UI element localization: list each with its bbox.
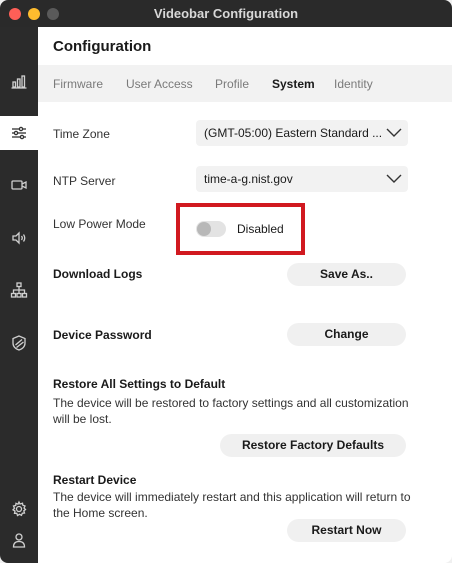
sidebar-item-dashboard[interactable] (0, 64, 38, 98)
app-window: Videobar Configuration Configuration Fir… (0, 0, 452, 563)
highlight-annotation (176, 203, 305, 255)
change-password-button[interactable]: Change (287, 323, 406, 346)
ntp-server-label: NTP Server (53, 174, 116, 188)
restore-defaults-description: The device will be restored to factory s… (53, 396, 409, 426)
sidebar-item-security[interactable] (0, 326, 38, 360)
restore-defaults-title: Restore All Settings to Default (53, 377, 226, 391)
ntp-server-select[interactable]: time-a-g.nist.gov (196, 166, 408, 192)
restart-device-title: Restart Device (53, 473, 137, 487)
tab-system[interactable]: System (272, 77, 315, 91)
main-content: Configuration Firmware User Access Profi… (38, 27, 452, 563)
tab-profile[interactable]: Profile (215, 77, 249, 91)
speaker-icon (12, 231, 26, 245)
sliders-icon (12, 126, 26, 140)
title-bar: Videobar Configuration (0, 0, 452, 27)
bar-chart-icon (11, 75, 27, 89)
window-title: Videobar Configuration (153, 6, 299, 21)
time-zone-select[interactable]: (GMT-05:00) Eastern Standard ... (196, 120, 408, 146)
restart-now-button[interactable]: Restart Now (287, 519, 406, 542)
sidebar-item-network[interactable] (0, 273, 38, 307)
device-password-label: Device Password (53, 328, 152, 342)
sidebar (0, 27, 38, 563)
time-zone-label: Time Zone (53, 127, 110, 141)
save-as-button[interactable]: Save As.. (287, 263, 406, 286)
gear-icon (11, 500, 27, 517)
sidebar-item-account[interactable] (0, 523, 38, 557)
camera-icon (11, 180, 27, 190)
tab-bar: Firmware User Access Profile System Iden… (38, 65, 452, 102)
restart-device-description: The device will immediately restart and … (53, 490, 411, 520)
tab-user-access[interactable]: User Access (126, 77, 193, 91)
sidebar-item-preferences[interactable] (0, 492, 38, 526)
ntp-server-value: time-a-g.nist.gov (204, 172, 293, 186)
download-logs-label: Download Logs (53, 267, 143, 281)
chevron-down-icon (386, 174, 402, 183)
sidebar-item-settings[interactable] (0, 116, 38, 150)
tab-identity[interactable]: Identity (334, 77, 373, 91)
sidebar-item-camera[interactable] (0, 168, 38, 202)
time-zone-value: (GMT-05:00) Eastern Standard ... (204, 126, 383, 140)
tab-firmware[interactable]: Firmware (53, 77, 103, 91)
chevron-down-icon (386, 128, 402, 137)
sidebar-item-audio[interactable] (0, 221, 38, 255)
shield-icon (12, 335, 26, 351)
network-icon (10, 282, 28, 298)
low-power-mode-label: Low Power Mode (53, 217, 146, 231)
user-icon (12, 533, 26, 548)
page-title: Configuration (53, 38, 152, 55)
restore-factory-defaults-button[interactable]: Restore Factory Defaults (220, 434, 406, 457)
